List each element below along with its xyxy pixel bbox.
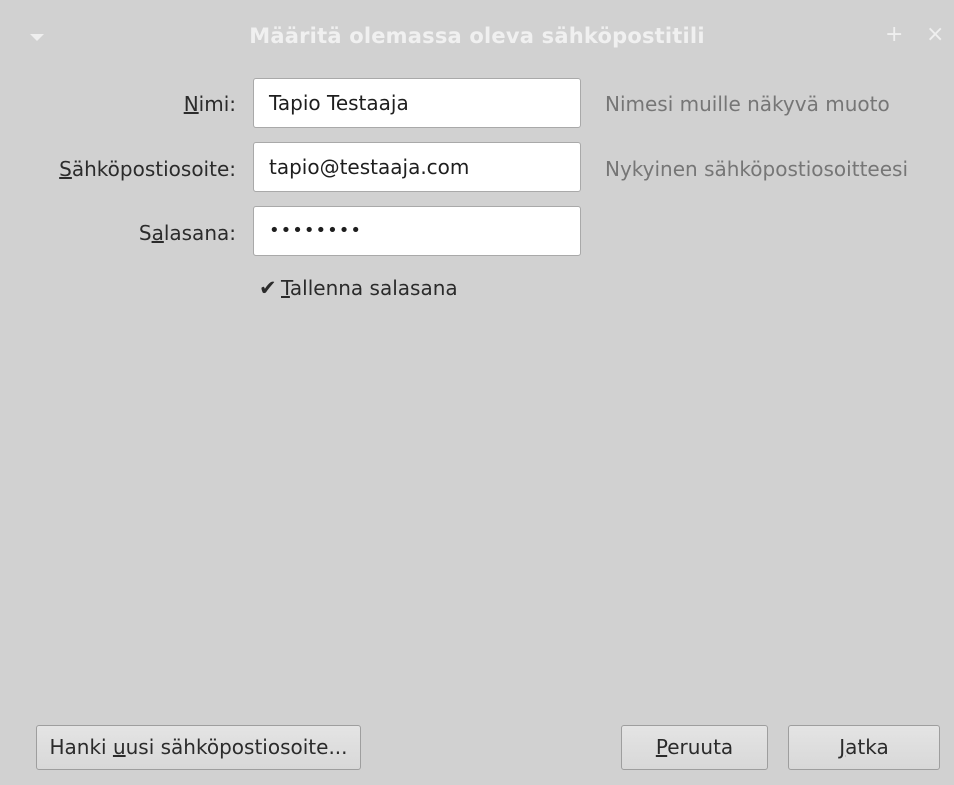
continue-button[interactable]: Jatka xyxy=(788,725,940,770)
checkmark-icon[interactable]: ✔ xyxy=(259,278,279,299)
remember-password-label: Tallenna salasana xyxy=(281,276,458,300)
name-hint: Nimesi muille näkyvä muoto xyxy=(605,92,890,116)
name-label: Nimi: xyxy=(183,92,236,116)
account-setup-dialog: Määritä olemassa oleva sähköpostitili + … xyxy=(0,0,954,785)
email-label: Sähköpostiosoite: xyxy=(59,157,236,181)
password-field[interactable]: •••••••• xyxy=(253,206,581,256)
email-hint: Nykyinen sähköpostiosoitteesi xyxy=(605,157,908,181)
email-field[interactable]: tapio@testaaja.com xyxy=(253,142,581,192)
cancel-button[interactable]: Peruuta xyxy=(621,725,768,770)
close-icon[interactable]: × xyxy=(926,22,944,47)
window-title: Määritä olemassa oleva sähköpostitili xyxy=(249,24,705,48)
remember-password-checkbox[interactable]: ✔ Tallenna salasana xyxy=(259,276,458,300)
password-label: Salasana: xyxy=(138,221,236,245)
title-bar[interactable]: Määritä olemassa oleva sähköpostitili + … xyxy=(0,0,954,78)
get-new-address-button[interactable]: Hanki uusi sähköpostiosoite... xyxy=(36,725,361,770)
pin-icon[interactable]: + xyxy=(885,22,903,47)
name-field[interactable]: Tapio Testaaja xyxy=(253,78,581,128)
